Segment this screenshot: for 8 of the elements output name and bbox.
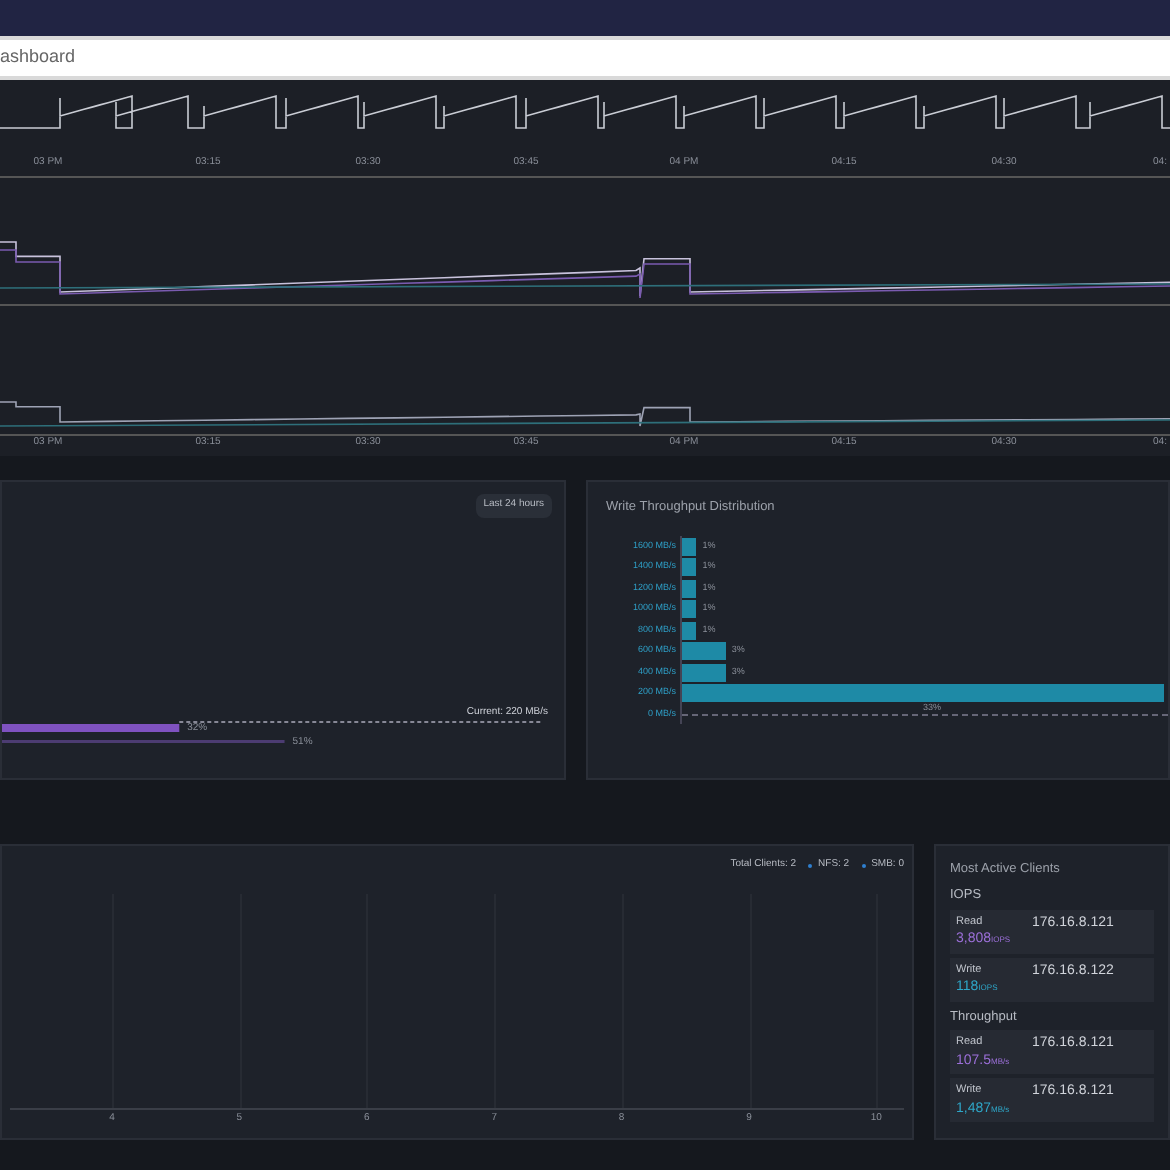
bar xyxy=(682,621,697,639)
bar xyxy=(682,600,697,618)
bar xyxy=(682,579,697,597)
address-field[interactable]: ashboard xyxy=(0,40,1170,76)
bar xyxy=(682,642,726,660)
bar xyxy=(682,663,726,681)
bar xyxy=(682,558,697,576)
bar xyxy=(682,537,697,555)
